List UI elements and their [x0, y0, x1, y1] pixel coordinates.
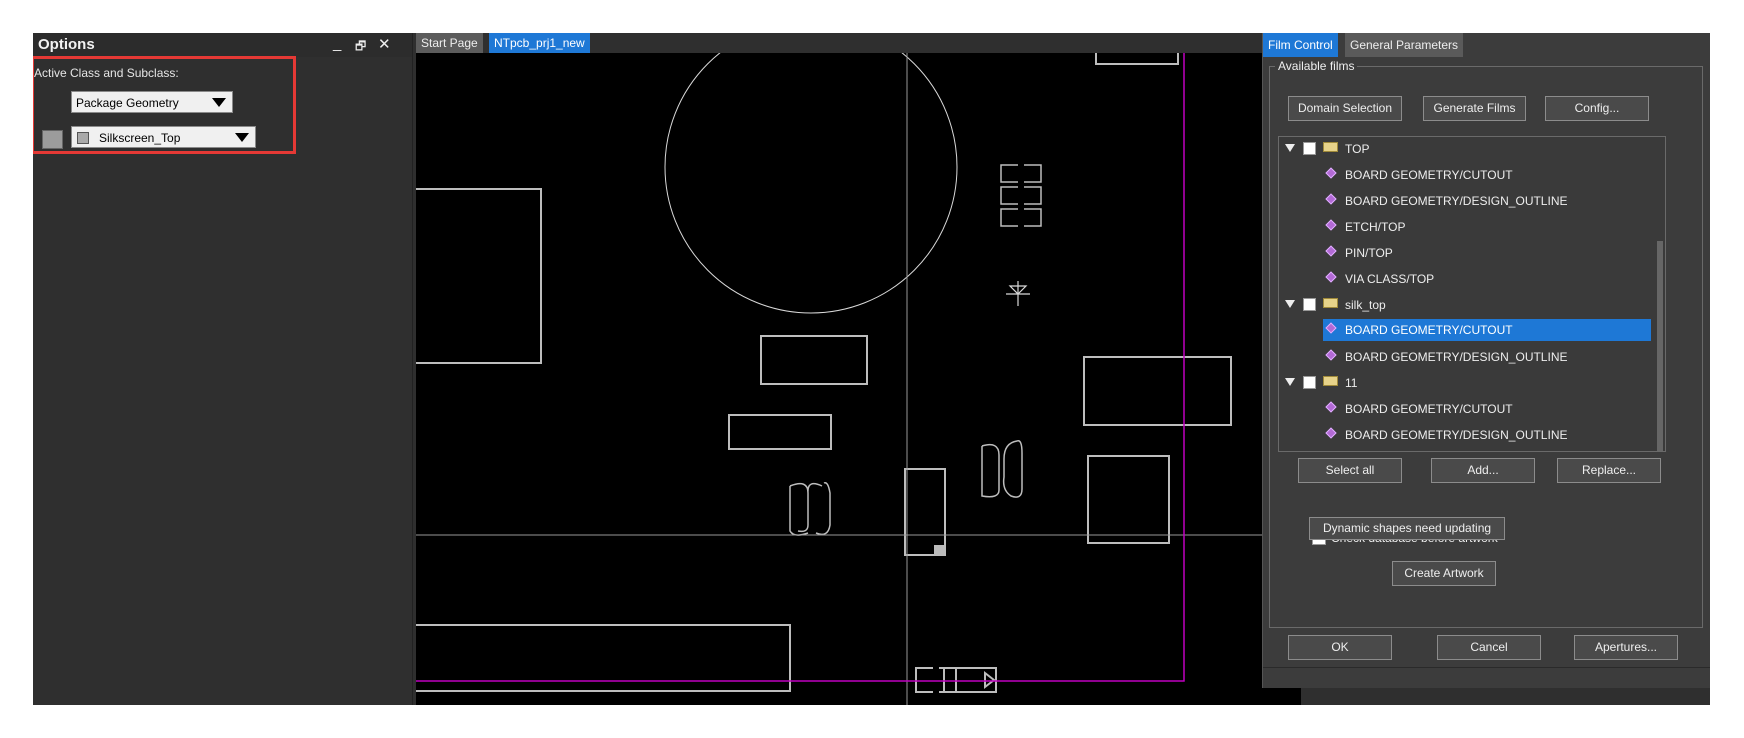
component-outline: [1087, 455, 1170, 544]
tree-label: BOARD GEOMETRY/CUTOUT: [1345, 402, 1513, 416]
component-outline: [760, 335, 868, 385]
float-icon[interactable]: 🗗: [355, 37, 366, 58]
component-outline: [904, 468, 946, 556]
folder-icon: [1323, 298, 1338, 308]
tree-item[interactable]: VIA CLASS/TOP: [1279, 268, 1651, 290]
board-outline: [416, 53, 1185, 682]
add-button[interactable]: Add...: [1431, 458, 1535, 483]
tree-folder-top[interactable]: TOP: [1279, 138, 1651, 160]
film-layer-icon: [1325, 271, 1337, 283]
close-icon[interactable]: ✕: [378, 35, 391, 53]
tree-item-selected[interactable]: BOARD GEOMETRY/CUTOUT: [1323, 319, 1651, 341]
expand-triangle-icon[interactable]: [1285, 144, 1295, 152]
minimize-icon[interactable]: _: [333, 35, 341, 52]
checkbox[interactable]: [1303, 142, 1316, 155]
film-control-dialog: Film Control General Parameters Availabl…: [1262, 33, 1710, 688]
checkbox[interactable]: [1303, 376, 1316, 389]
tree-folder-11[interactable]: 11: [1279, 372, 1651, 394]
tree-label: BOARD GEOMETRY/DESIGN_OUTLINE: [1345, 194, 1568, 208]
checkbox[interactable]: [1303, 298, 1316, 311]
highlight-box: [33, 56, 296, 154]
tree-label: BOARD GEOMETRY/DESIGN_OUTLINE: [1345, 350, 1568, 364]
domain-selection-button[interactable]: Domain Selection: [1288, 96, 1402, 121]
film-layer-icon: [1325, 193, 1337, 205]
film-layer-icon: [1325, 401, 1337, 413]
tree-label: 11: [1345, 376, 1358, 390]
film-layer-icon: [1325, 322, 1337, 334]
component-outline: [984, 670, 996, 690]
options-title: Options: [38, 36, 95, 53]
component-outline: [1083, 356, 1232, 426]
tree-label: silk_top: [1345, 298, 1386, 312]
expand-triangle-icon[interactable]: [1285, 378, 1295, 386]
tree-label: ETCH/TOP: [1345, 220, 1406, 234]
options-panel: Options _ 🗗 ✕ Active Class and Subclass:…: [33, 33, 413, 705]
tree-item[interactable]: PIN/TOP: [1279, 242, 1651, 264]
tab-general-parameters[interactable]: General Parameters: [1345, 33, 1464, 57]
dialog-footer-divider: [1263, 667, 1710, 668]
generate-films-button[interactable]: Generate Films: [1423, 96, 1526, 121]
tree-label: TOP: [1345, 142, 1370, 156]
component-outline: [915, 667, 957, 693]
folder-icon: [1323, 142, 1338, 152]
config-button[interactable]: Config...: [1545, 96, 1649, 121]
expand-triangle-icon[interactable]: [1285, 300, 1295, 308]
component-outline: [943, 667, 997, 693]
create-artwork-button[interactable]: Create Artwork: [1392, 561, 1496, 586]
tree-item[interactable]: BOARD GEOMETRY/DESIGN_OUTLINE: [1279, 346, 1651, 368]
tree-label: PIN/TOP: [1345, 246, 1393, 260]
tree-label: BOARD GEOMETRY/CUTOUT: [1345, 323, 1513, 337]
film-layer-icon: [1325, 349, 1337, 361]
folder-icon: [1323, 376, 1338, 386]
component-outline: [664, 53, 958, 314]
options-titlebar: Options _ 🗗 ✕: [33, 33, 412, 57]
pcb-drawing: [416, 53, 1301, 705]
replace-button[interactable]: Replace...: [1557, 458, 1661, 483]
film-layer-icon: [1325, 167, 1337, 179]
diode-symbol: [1006, 281, 1030, 306]
component-outline: [934, 545, 944, 555]
component-outline: [1095, 53, 1179, 65]
apertures-button[interactable]: Apertures...: [1574, 635, 1678, 660]
available-films-label: Available films: [1275, 59, 1358, 73]
tree-item[interactable]: BOARD GEOMETRY/DESIGN_OUTLINE: [1279, 424, 1651, 446]
app-window: Options _ 🗗 ✕ Active Class and Subclass:…: [33, 33, 1710, 705]
pcb-canvas[interactable]: [416, 53, 1301, 705]
tree-folder-silk-top[interactable]: silk_top: [1279, 294, 1651, 316]
ok-button[interactable]: OK: [1288, 635, 1392, 660]
component-outline: [728, 414, 832, 450]
film-layer-icon: [1325, 219, 1337, 231]
tab-film-control[interactable]: Film Control: [1263, 33, 1338, 57]
tab-start-page[interactable]: Start Page: [416, 33, 483, 53]
dynamic-shapes-button[interactable]: Dynamic shapes need updating: [1309, 517, 1505, 540]
tree-label: BOARD GEOMETRY/CUTOUT: [1345, 168, 1513, 182]
tab-project[interactable]: NTpcb_prj1_new: [489, 33, 590, 53]
film-layer-icon: [1325, 427, 1337, 439]
component-outline: [789, 481, 831, 536]
tree-scrollbar[interactable]: [1657, 241, 1663, 451]
tree-item[interactable]: ETCH/TOP: [1279, 216, 1651, 238]
tree-label: BOARD GEOMETRY/DESIGN_OUTLINE: [1345, 428, 1568, 442]
tree-item[interactable]: BOARD GEOMETRY/CUTOUT: [1279, 398, 1651, 420]
films-tree[interactable]: TOP BOARD GEOMETRY/CUTOUT BOARD GEOMETRY…: [1278, 136, 1666, 452]
component-outline: [981, 440, 1023, 498]
select-all-button[interactable]: Select all: [1298, 458, 1402, 483]
tree-item[interactable]: BOARD GEOMETRY/DESIGN_OUTLINE: [1279, 190, 1651, 212]
component-outline: [416, 188, 542, 364]
component-outline: [1000, 164, 1042, 227]
tree-item[interactable]: BOARD GEOMETRY/CUTOUT: [1279, 164, 1651, 186]
film-layer-icon: [1325, 245, 1337, 257]
tree-label: VIA CLASS/TOP: [1345, 272, 1435, 286]
cancel-button[interactable]: Cancel: [1437, 635, 1541, 660]
